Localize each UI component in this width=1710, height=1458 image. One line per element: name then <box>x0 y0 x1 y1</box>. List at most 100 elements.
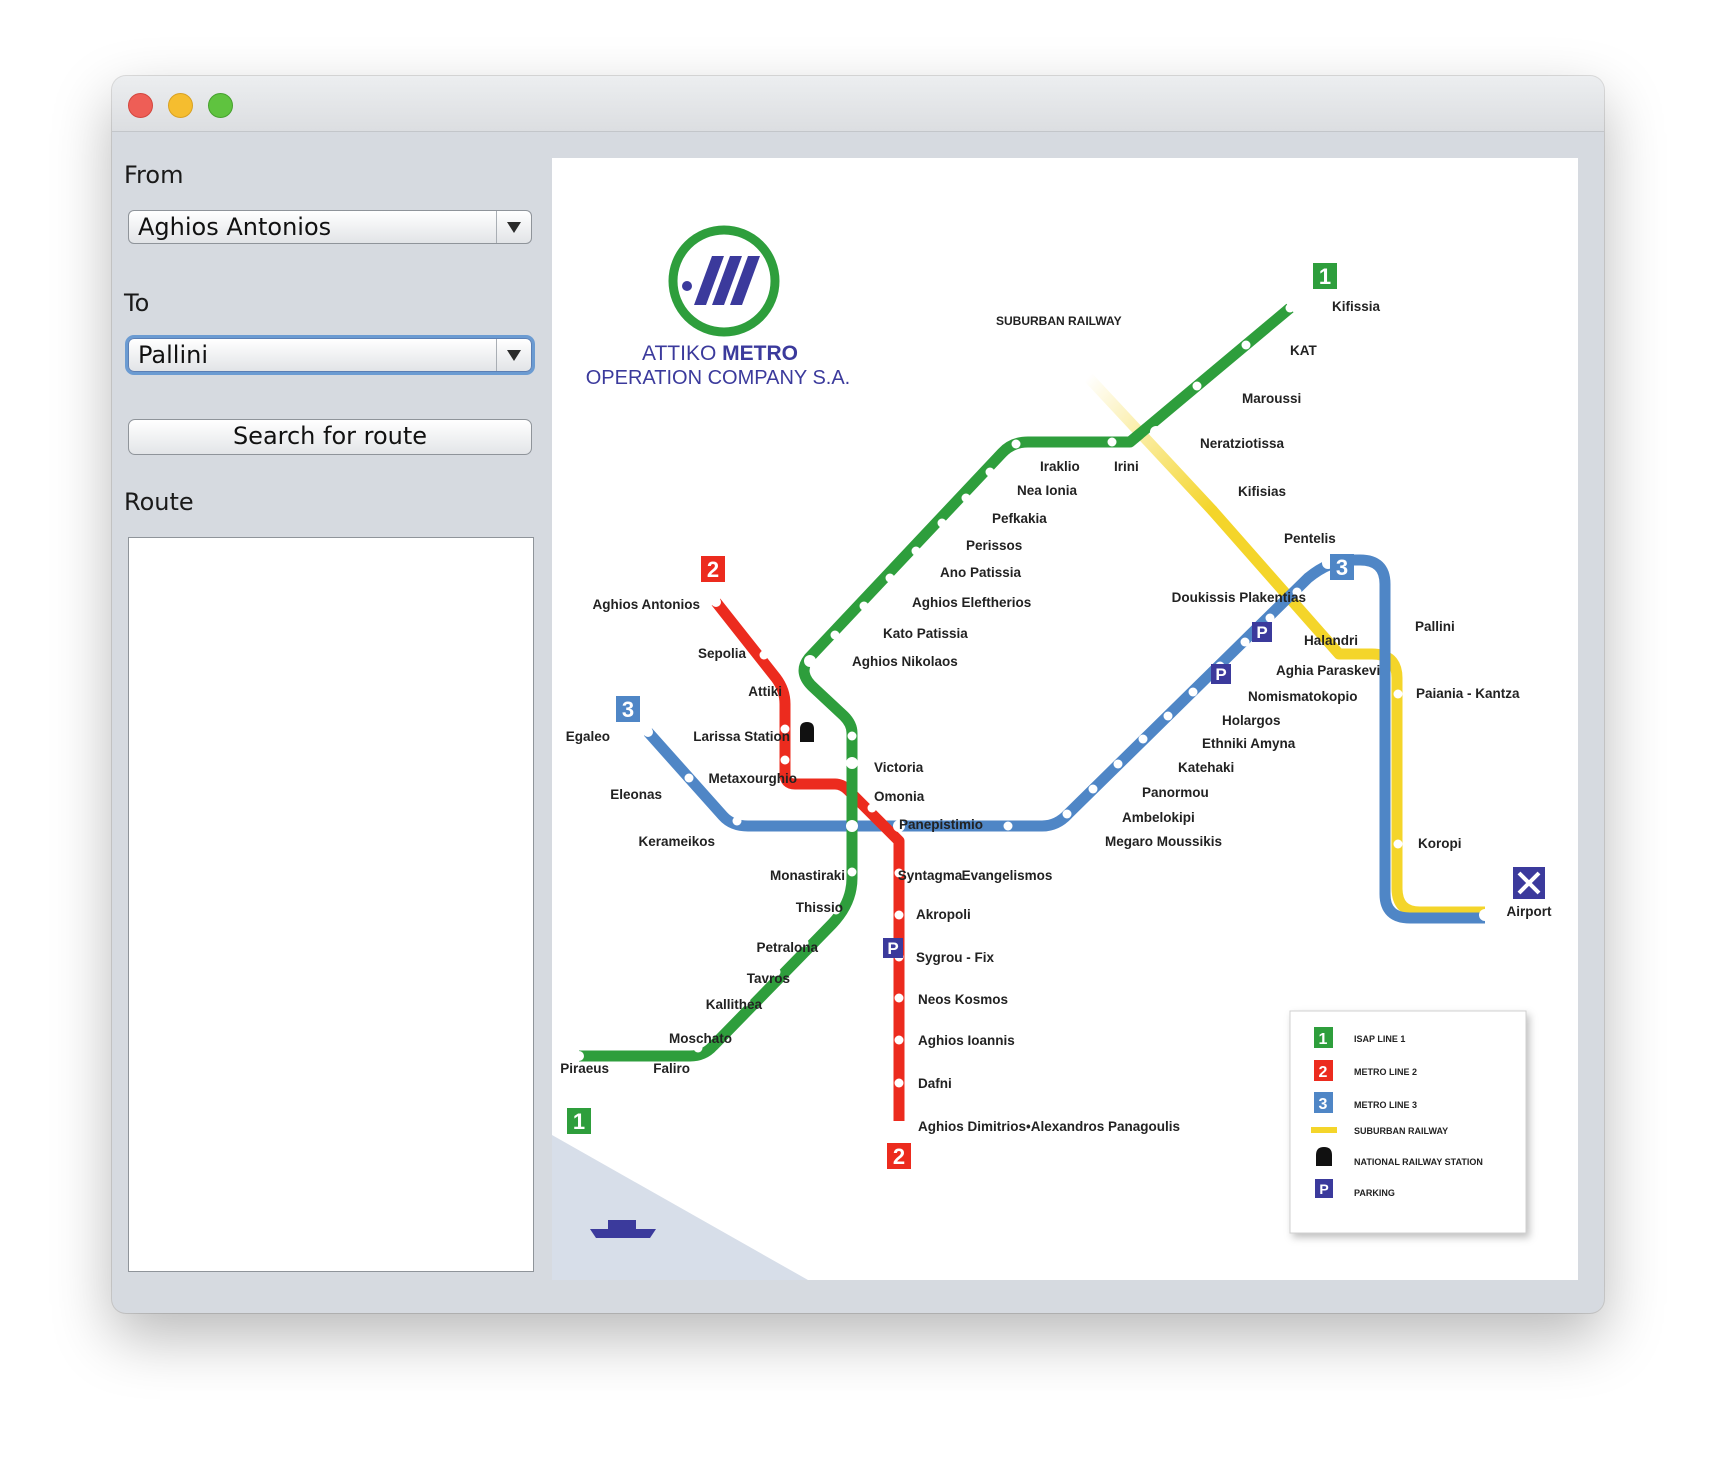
station-label: Koropi <box>1418 836 1462 851</box>
legend-line1-label: ISAP LINE 1 <box>1354 1034 1405 1044</box>
station-label: Ambelokipi <box>1122 810 1195 825</box>
station-label: Irini <box>1114 459 1139 474</box>
station-label: Maroussi <box>1242 391 1301 406</box>
station-label: Ano Patissia <box>940 565 1022 580</box>
legend-suburban-label: SUBURBAN RAILWAY <box>1354 1126 1448 1136</box>
route-output-area[interactable] <box>128 537 534 1272</box>
maximize-window-button[interactable] <box>208 93 233 118</box>
legend-line2-badge-text: 2 <box>1319 1064 1328 1081</box>
parking-marker-nomismatokopio-text: P <box>1215 665 1226 684</box>
station-label: Moschato <box>669 1031 732 1046</box>
station-label: Kifisias <box>1238 484 1286 499</box>
station-label: Panormou <box>1142 785 1209 800</box>
logo-text-metro: METRO <box>722 342 798 365</box>
parking-marker-halandri-text: P <box>1256 623 1267 642</box>
station-label: Petralona <box>756 940 818 955</box>
to-combo[interactable]: Pallini <box>128 338 532 372</box>
station-label: Aghios Eleftherios <box>912 595 1031 610</box>
national-railway-station-icon <box>800 722 814 742</box>
station-label: Nea Ionia <box>1017 483 1078 498</box>
station-label: Iraklio <box>1040 459 1080 474</box>
station-label: KAT <box>1290 343 1317 358</box>
station-label: Megaro Moussikis <box>1105 834 1222 849</box>
title-bar <box>112 76 1604 132</box>
station-label: Piraeus <box>560 1061 609 1076</box>
station-label: Aghios Dimitrios•Alexandros Panagoulis <box>918 1119 1180 1134</box>
to-combo-arrow[interactable] <box>496 339 531 371</box>
legend-railway-label: NATIONAL RAILWAY STATION <box>1354 1157 1483 1167</box>
chevron-down-icon <box>507 349 521 361</box>
from-combo-value: Aghios Antonios <box>138 213 332 241</box>
station-label: Katehaki <box>1178 760 1234 775</box>
station-label: Holargos <box>1222 713 1281 728</box>
legend-line2-label: METRO LINE 2 <box>1354 1067 1417 1077</box>
legend-parking-badge-text: P <box>1319 1181 1328 1197</box>
station-label: Omonia <box>874 789 925 804</box>
from-combo-arrow[interactable] <box>496 211 531 243</box>
metro-map: ATTIKO METRO OPERATION COMPANY S.A. 1 1 … <box>552 158 1578 1280</box>
sea-area <box>552 1135 808 1280</box>
app-window: From Aghios Antonios To Pallini Search f… <box>112 76 1604 1313</box>
badge-line3-east-text: 3 <box>1336 555 1348 580</box>
station-label: Aghios Nikolaos <box>852 654 958 669</box>
station-label: Faliro <box>653 1061 690 1076</box>
ship-icon-cabin <box>608 1220 636 1229</box>
legend-parking-label: PARKING <box>1354 1188 1395 1198</box>
station-label: Neos Kosmos <box>918 992 1008 1007</box>
station-label: Tavros <box>747 971 790 986</box>
station-label: Evangelismos <box>962 868 1053 883</box>
station-label: Eleonas <box>610 787 662 802</box>
station-label: Syntagma <box>898 868 963 883</box>
station-label: Airport <box>1507 904 1553 919</box>
minimize-window-button[interactable] <box>168 93 193 118</box>
station-label: Aghios Antonios <box>593 597 701 612</box>
badge-line1-north-text: 1 <box>1319 264 1331 289</box>
station-label: Kerameikos <box>638 834 715 849</box>
station-label: Egaleo <box>566 729 610 744</box>
legend-line3-label: METRO LINE 3 <box>1354 1100 1417 1110</box>
station-label: Aghia Paraskevi <box>1276 663 1380 678</box>
logo-text-company: OPERATION COMPANY S.A. <box>586 367 851 389</box>
svg-text:ATTIKO METRO: ATTIKO METRO <box>642 342 798 365</box>
station-label: Kallithea <box>706 997 763 1012</box>
station-label: Panepistimio <box>899 817 983 832</box>
station-label: Ethniki Amyna <box>1202 736 1296 751</box>
parking-marker-sygrou-text: P <box>887 939 898 958</box>
station-label: Pallini <box>1415 619 1455 634</box>
badge-line1-south-text: 1 <box>573 1109 585 1134</box>
route-label: Route <box>124 488 194 516</box>
station-label: Aghios Ioannis <box>918 1033 1015 1048</box>
station-label: Dafni <box>918 1076 952 1091</box>
badge-line3-west-text: 3 <box>622 697 634 722</box>
station-label: Metaxourghio <box>708 771 797 786</box>
to-combo-value: Pallini <box>138 341 208 369</box>
from-combo[interactable]: Aghios Antonios <box>128 210 532 244</box>
ship-icon <box>590 1229 656 1238</box>
line1-track <box>579 303 1294 1062</box>
station-label: Neratziotissa <box>1200 436 1285 451</box>
station-label: Kato Patissia <box>883 626 968 641</box>
chevron-down-icon <box>507 221 521 233</box>
map-legend: 1 ISAP LINE 1 2 METRO LINE 2 3 METRO LIN… <box>1289 1010 1527 1234</box>
station-label: Sygrou - Fix <box>916 950 994 965</box>
legend-line1-badge-text: 1 <box>1319 1031 1328 1048</box>
station-label: Perissos <box>966 538 1022 553</box>
station-label: Halandri <box>1304 633 1358 648</box>
station-label: Monastiraki <box>770 868 845 883</box>
station-label: Sepolia <box>698 646 747 661</box>
station-label: Pefkakia <box>992 511 1047 526</box>
station-label: Thissio <box>796 900 843 915</box>
station-label: Akropoli <box>916 907 971 922</box>
suburban-railway-label: SUBURBAN RAILWAY <box>996 314 1122 328</box>
close-window-button[interactable] <box>128 93 153 118</box>
station-label: Pentelis <box>1284 531 1336 546</box>
legend-line3-badge-text: 3 <box>1319 1096 1328 1113</box>
search-route-button[interactable]: Search for route <box>128 419 532 455</box>
station-label: Paiania - Kantza <box>1416 686 1520 701</box>
logo-text-attiko: ATTIKO <box>642 342 722 365</box>
legend-suburban-swatch <box>1311 1127 1337 1133</box>
legend-railway-icon <box>1316 1147 1332 1166</box>
station-label: Attiki <box>748 684 782 699</box>
station-label: Kifissia <box>1332 299 1381 314</box>
badge-line2-south-text: 2 <box>893 1144 905 1169</box>
